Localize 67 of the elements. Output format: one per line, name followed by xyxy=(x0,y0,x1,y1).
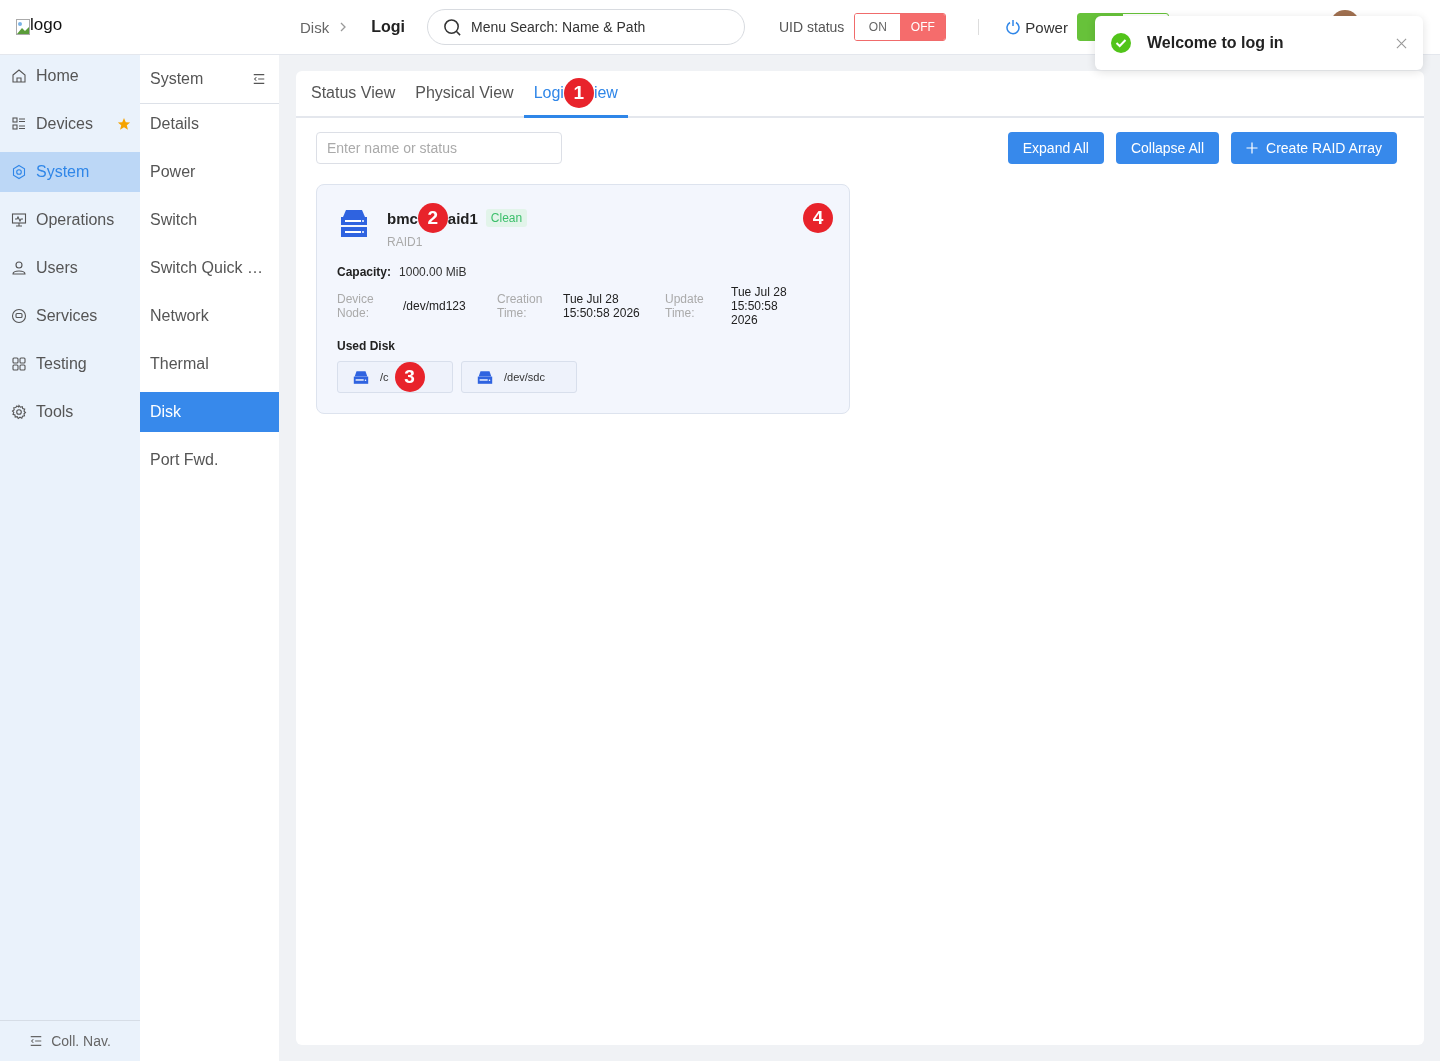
annotation-marker: 3 xyxy=(394,362,425,392)
field-label: Creation Time: xyxy=(497,292,544,320)
annotation-marker: 1 xyxy=(563,78,594,108)
capacity-label: Capacity: xyxy=(337,265,392,279)
action-button[interactable]: Create RAID Array xyxy=(1231,132,1397,164)
close-icon[interactable] xyxy=(1396,37,1407,49)
annotation-marker: 4 xyxy=(803,203,833,233)
capacity-value: 1000.00 MiB xyxy=(399,265,467,279)
submenu-item[interactable]: Details xyxy=(140,104,279,144)
chevron-icon xyxy=(339,21,348,33)
annotation-marker: 2 xyxy=(417,203,448,233)
submenu-item[interactable]: Port Fwd. xyxy=(140,440,279,480)
service-icon xyxy=(11,308,27,324)
hard-drive-icon xyxy=(476,369,494,385)
nav-item[interactable]: Services xyxy=(0,296,140,336)
filter-field[interactable]: Enter name or status xyxy=(316,132,562,164)
list-icon xyxy=(11,116,27,132)
collapse-menu-icon[interactable] xyxy=(252,72,266,86)
search-field[interactable]: Menu Search: Name & Path xyxy=(427,9,745,45)
submenu-title: System xyxy=(150,70,204,88)
nav-item[interactable]: Devices xyxy=(0,104,140,144)
array-name: aid1 xyxy=(447,209,478,227)
field-value: /dev/md123 xyxy=(403,299,467,313)
star-icon[interactable] xyxy=(117,117,131,131)
tab[interactable]: Physical View xyxy=(405,71,524,118)
disk-chip[interactable]: /c 3 xyxy=(337,361,453,393)
logo: logo xyxy=(16,15,63,35)
action-button[interactable]: Expand All xyxy=(1007,132,1104,164)
monitor-icon xyxy=(11,212,27,228)
nav-item[interactable]: Tools xyxy=(0,392,140,432)
power-icon xyxy=(1005,19,1022,35)
raid-level: RAID1 xyxy=(387,235,424,249)
field-label: Device Node: xyxy=(337,292,375,320)
gear-icon xyxy=(11,404,27,420)
success-icon xyxy=(1111,33,1131,53)
power-label: Power xyxy=(1025,18,1068,36)
disk-chip[interactable]: /dev/sdc xyxy=(461,361,577,393)
nav-item[interactable]: Testing xyxy=(0,344,140,384)
field-value: Tue Jul 28 15:50:58 2026 xyxy=(731,285,788,327)
collapse-icon xyxy=(29,1034,44,1048)
breadcrumb-item[interactable]: Disk xyxy=(300,18,330,36)
breadcrumb-item[interactable]: Logi xyxy=(371,18,405,36)
submenu-item[interactable]: Switch xyxy=(140,200,279,240)
array-name: bmc xyxy=(387,209,418,227)
tab[interactable]: Logi 1 iew xyxy=(523,71,628,118)
field-label: Update Time: xyxy=(665,292,705,320)
submenu-item[interactable]: Network xyxy=(140,296,279,336)
nav-item[interactable]: Home xyxy=(0,56,140,96)
user-icon xyxy=(11,260,27,276)
submenu-item[interactable]: Power xyxy=(140,152,279,192)
submenu-item[interactable]: Disk xyxy=(140,392,279,432)
house-icon xyxy=(11,68,27,84)
action-button[interactable]: Collapse All xyxy=(1115,132,1220,164)
grid-icon xyxy=(11,356,27,372)
hexagon-icon xyxy=(11,164,27,180)
field-value: Tue Jul 28 15:50:58 2026 xyxy=(563,292,641,320)
uid-status-label: UID status xyxy=(779,19,845,35)
toast-message: Welcome to log in xyxy=(1147,34,1285,52)
status-tag: Clean xyxy=(485,209,528,227)
tab[interactable]: Status View xyxy=(301,71,406,118)
nav-item[interactable]: Users xyxy=(0,248,140,288)
submenu-item[interactable]: Thermal xyxy=(140,344,279,384)
submenu-item[interactable]: Switch Quick … xyxy=(140,248,279,288)
used-disk-label: Used Disk xyxy=(337,339,397,353)
nav-item[interactable]: Operations xyxy=(0,200,140,240)
hard-drive-icon xyxy=(352,369,370,385)
plus-icon xyxy=(1246,142,1259,154)
